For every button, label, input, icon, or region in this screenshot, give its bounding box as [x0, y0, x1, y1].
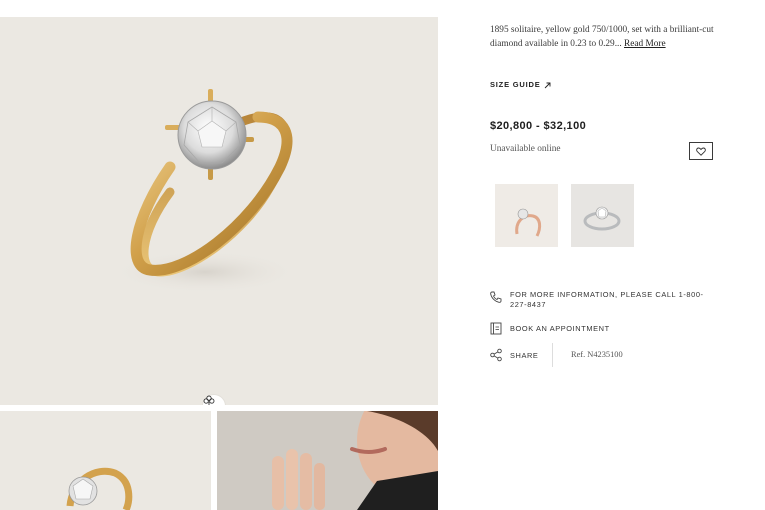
- phone-icon: [490, 291, 502, 303]
- gallery-thumbnail-ring[interactable]: [0, 411, 211, 510]
- size-guide-link[interactable]: SIZE GUIDE: [490, 80, 551, 89]
- size-guide-label: SIZE GUIDE: [490, 80, 541, 89]
- book-appointment-link[interactable]: BOOK AN APPOINTMENT: [489, 321, 610, 335]
- phone-text: FOR MORE INFORMATION, PLEASE CALL 1-800-…: [510, 290, 704, 309]
- variant-platinum-ring[interactable]: [571, 184, 634, 247]
- wishlist-button[interactable]: [689, 142, 713, 160]
- availability-status: Unavailable online: [490, 144, 561, 154]
- share-button[interactable]: SHARE: [489, 348, 538, 362]
- product-price: $20,800 - $32,100: [490, 120, 587, 132]
- share-divider: [552, 343, 553, 367]
- external-arrow-icon: [545, 82, 551, 88]
- description-text: 1895 solitaire, yellow gold 750/1000, se…: [490, 25, 714, 49]
- calendar-icon: [490, 322, 502, 335]
- variant-rose-gold-ring[interactable]: [495, 184, 558, 247]
- gallery-thumbnail-model[interactable]: [217, 411, 438, 510]
- main-product-image[interactable]: [0, 17, 438, 405]
- product-gallery: [0, 0, 438, 510]
- heart-icon: [696, 147, 706, 156]
- product-description: 1895 solitaire, yellow gold 750/1000, se…: [490, 24, 720, 51]
- phone-info[interactable]: FOR MORE INFORMATION, PLEASE CALL 1-800-…: [489, 290, 704, 309]
- read-more-link[interactable]: Read More: [624, 39, 666, 49]
- appointment-label: BOOK AN APPOINTMENT: [510, 323, 610, 333]
- share-icon: [490, 348, 502, 362]
- share-label: SHARE: [510, 350, 539, 360]
- clover-icon: [203, 395, 215, 405]
- product-reference: Ref. N4235100: [571, 350, 623, 359]
